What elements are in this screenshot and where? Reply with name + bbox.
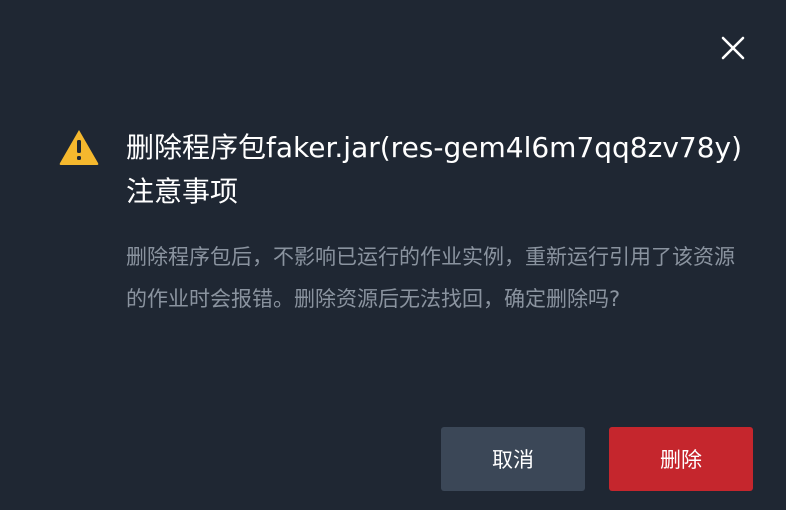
dialog-message: 删除程序包后，不影响已运行的作业实例，重新运行引用了该资源的作业时会报错。删除资…	[126, 245, 735, 311]
delete-button[interactable]: 删除	[609, 427, 753, 491]
warning-icon	[59, 130, 99, 165]
close-button[interactable]	[718, 33, 748, 63]
cancel-button[interactable]: 取消	[441, 427, 585, 491]
close-icon	[721, 36, 745, 60]
delete-confirm-dialog: 删除程序包faker.jar(res-gem4l6m7qq8zv78y)注意事项…	[0, 0, 786, 510]
dialog-title: 删除程序包faker.jar(res-gem4l6m7qq8zv78y)注意事项	[126, 131, 743, 208]
